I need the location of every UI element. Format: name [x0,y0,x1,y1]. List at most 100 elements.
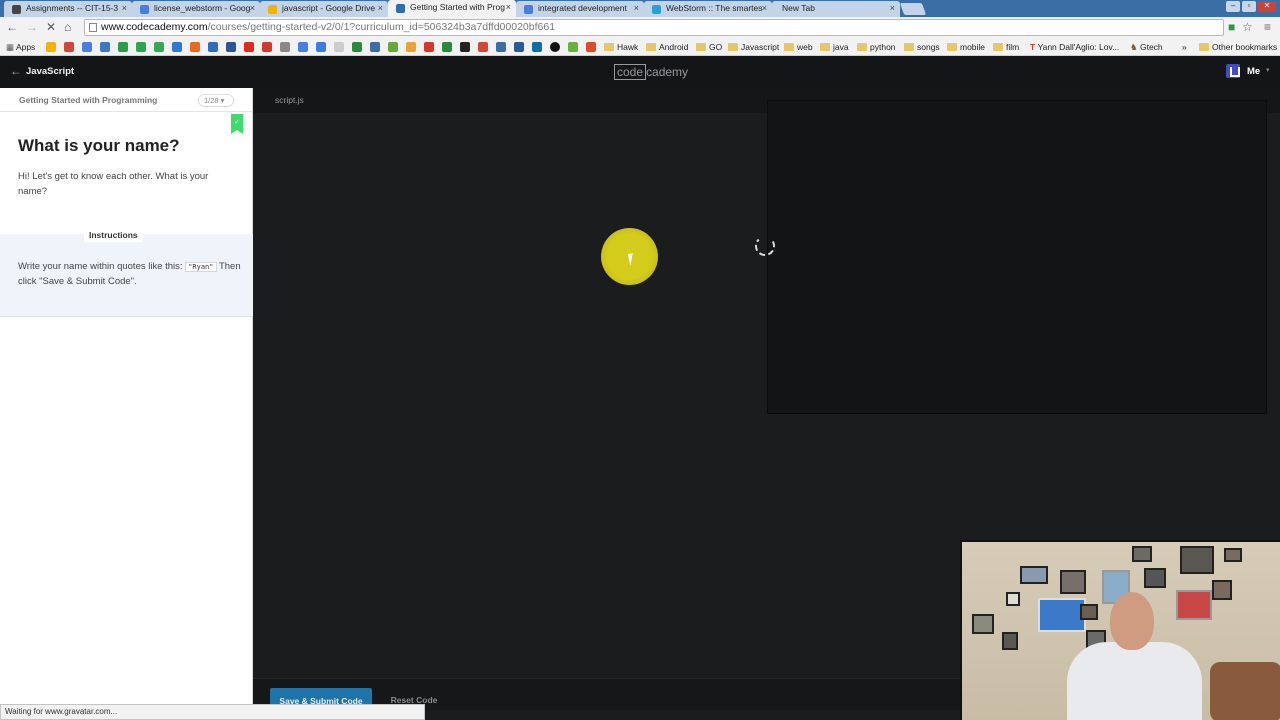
tab-getting-started[interactable]: Getting Started with Prog × [388,0,516,17]
bookmark-folder-go[interactable]: GO [696,41,722,53]
bookmark-favicon-icon[interactable] [100,42,110,52]
tab-javascript-drive[interactable]: javascript - Google Drive × [260,1,388,17]
bookmark-other[interactable]: Other bookmarks [1199,41,1277,53]
bookmark-favicon-icon[interactable] [496,42,506,52]
close-window-icon[interactable]: ✕ [1258,1,1276,12]
bookmark-favicon-icon[interactable] [370,42,380,52]
bookmark-folder-javascript[interactable]: Javascript [728,41,779,53]
bookmark-apps[interactable]: ▦ Apps [6,41,35,53]
tab-label: javascript - Google Drive [282,3,376,13]
bookmark-favicon-icon[interactable] [388,42,398,52]
webstorm-favicon-icon [652,5,661,14]
minimize-icon[interactable]: – [1226,1,1240,12]
bookmark-favicon-icon[interactable] [406,42,416,52]
tab-webstorm[interactable]: WebStorm :: The smartes × [644,1,772,17]
file-tab-script-js[interactable]: script.js [275,95,304,105]
star-icon[interactable]: ☆ [1242,20,1253,34]
bookmark-favicon-icon[interactable] [208,42,218,52]
folder-label: java [833,42,849,52]
bookmark-folder-songs[interactable]: songs [904,41,940,53]
folder-icon [604,43,614,51]
facebook-icon[interactable] [226,42,236,52]
forward-icon[interactable]: → [26,20,38,34]
google-icon[interactable] [82,42,92,52]
bookmark-favicon-icon[interactable] [532,42,542,52]
person-head [1110,592,1154,650]
tab-close-icon[interactable]: × [762,1,767,16]
bookmark-folder-python[interactable]: python [857,41,896,53]
lesson-header: Getting Started with Programming 1/28 ▾ [0,88,253,112]
back-icon[interactable]: ← [6,20,18,34]
bookmark-folder-mobile[interactable]: mobile [947,41,985,53]
bookmark-folder-java[interactable]: java [820,41,849,53]
bookmark-favicon-icon[interactable] [514,42,524,52]
url-host: www.codecademy.com [101,21,208,33]
progress-dropdown[interactable]: 1/28 ▾ [198,94,234,107]
tab-close-icon[interactable]: × [250,1,255,16]
picture-frame [1006,592,1020,606]
stop-loading-icon[interactable]: ✕ [46,20,56,34]
tab-integrated-development[interactable]: integrated development × [516,1,644,17]
tab-close-icon[interactable]: × [634,1,639,16]
course-name[interactable]: JavaScript [26,66,74,77]
bookmark-folder-hawk[interactable]: Hawk [604,41,638,53]
user-menu-label[interactable]: Me [1247,66,1260,77]
bookmark-favicon-icon[interactable] [460,42,470,52]
bookmark-favicon-icon[interactable] [190,42,200,52]
bookmark-favicon-icon[interactable] [442,42,452,52]
tab-assignments[interactable]: Assignments -- CIT-15-3 × [4,1,132,17]
tab-new-tab[interactable]: New Tab × [772,1,900,17]
codecademy-logo[interactable]: code cademy [614,64,688,80]
tab-close-icon[interactable]: × [122,1,127,16]
bookmark-folder-android[interactable]: Android [646,41,688,53]
google-favicon-icon [524,5,533,14]
tab-close-icon[interactable]: × [506,0,511,15]
picture-frame [1002,632,1018,650]
folder-label: GO [709,42,723,52]
bookmark-favicon-icon[interactable] [262,42,272,52]
sheets-icon[interactable] [118,42,128,52]
bookmark-favicon-icon[interactable] [352,42,362,52]
address-bar[interactable]: www.codecademy.com/courses/getting-start… [84,19,1224,36]
bookmark-favicon-icon[interactable] [334,42,344,52]
extension-icon[interactable]: ■ [1228,20,1235,34]
avatar[interactable] [1226,64,1240,78]
bookmark-favicon-icon[interactable] [298,42,308,52]
folder-icon [1199,43,1209,51]
bookmark-yann[interactable]: T Yann Dall'Aglio: Lov... [1030,41,1119,53]
home-icon[interactable]: ⌂ [64,20,71,34]
tab-license-webstorm[interactable]: license_webstorm - Goog × [132,1,260,17]
bookmark-gtech[interactable]: ♞ Gtech [1130,41,1163,53]
bookmark-favicon-icon[interactable] [154,42,164,52]
bookmark-favicon-icon[interactable] [568,42,578,52]
menu-icon[interactable]: ≡ [1264,20,1271,34]
instructions-label: Instructions [84,228,143,242]
bookmark-favicon-icon[interactable] [424,42,434,52]
bookmark-favicon-icon[interactable] [136,42,146,52]
calendar-icon[interactable] [172,42,182,52]
new-tab-button[interactable] [899,3,927,15]
bookmarks-overflow[interactable]: » [1182,41,1187,53]
tab-close-icon[interactable]: × [890,1,895,16]
bookmark-favicon-icon[interactable] [550,42,560,52]
restore-icon[interactable]: ▫ [1242,1,1256,12]
folder-label: film [1006,42,1020,52]
browser-toolbar: ← → ✕ ⌂ www.codecademy.com/courses/getti… [0,17,1280,38]
app-header: ← JavaScript code cademy Me ▾ [0,56,1280,88]
gmail-icon[interactable] [64,42,74,52]
bookmark-favicon-icon[interactable] [478,42,488,52]
bookmark-favicon-icon[interactable] [46,42,56,52]
tab-close-icon[interactable]: × [378,1,383,16]
chevron-down-icon[interactable]: ▾ [1266,66,1270,74]
bookmark-folder-web[interactable]: web [784,41,813,53]
picture-frame [1212,580,1232,600]
bookmark-folder-film[interactable]: film [993,41,1019,53]
youtube-icon[interactable] [244,42,254,52]
bookmark-favicon-icon[interactable] [586,42,596,52]
folder-icon [696,43,706,51]
ted-icon: T [1030,42,1038,52]
back-arrow-icon[interactable]: ← [10,64,22,78]
bookmark-favicon-icon[interactable] [280,42,290,52]
bookmark-label: Yann Dall'Aglio: Lov... [1037,42,1120,52]
bookmark-favicon-icon[interactable] [316,42,326,52]
